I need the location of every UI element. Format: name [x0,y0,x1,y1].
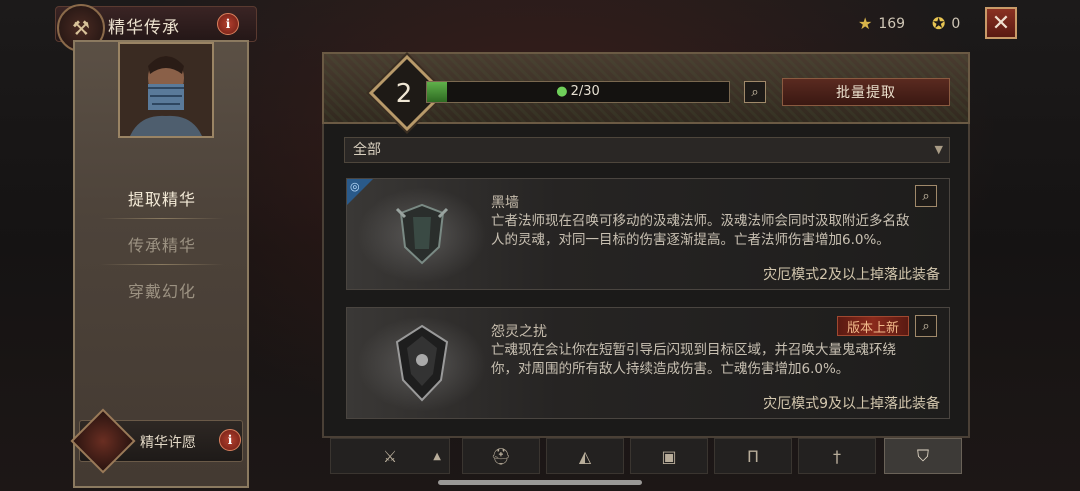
leaf-icon: ● [556,84,568,99]
sword-icon: † [833,446,841,466]
page-title: 精华传承 [108,18,180,38]
filter-value: 全部 [353,142,381,158]
shield-icon: ⛉ [916,446,929,465]
wish-label: 精华许愿 [140,435,196,451]
divider [100,264,224,265]
wish-info-icon[interactable]: i [219,429,241,451]
level-number: 2 [395,79,413,109]
character-portrait [118,42,214,138]
shoulder-icon: ◭ [578,446,592,466]
gold-star-icon: ✪ [932,14,946,33]
batch-extract-button[interactable]: 批量提取 [782,78,950,106]
dropdown-arrow-icon: ▼ [934,143,943,156]
card-drop-text: 灾厄模式2及以上掉落此装备 [763,267,940,283]
currency-essence: ★ 169 [858,14,905,33]
currency-essence-value: 169 [878,15,906,32]
equipment-tab-bar: ⚔ ▲ ⛑ ◭ ▣ Π † ⛉ [330,438,964,474]
item-image [357,316,487,412]
item-image [357,187,487,283]
card-description: 亡魂现在会让你在短暂引导后闪现到目标区域，并召唤大量鬼魂环绕你，对周围的所有敌人… [491,342,896,377]
progress-text: ● 2/30 [427,84,729,99]
chevron-up-icon: ▲ [433,450,441,462]
new-version-badge: 版本上新 [837,316,909,336]
card-description: 亡者法师现在召唤可移动的汲魂法师。汲魂法师会同时汲取附近多名敌人的灵魂，对同一目… [491,213,910,248]
tab-helmet[interactable]: ⛑ [462,438,540,474]
tab-shield[interactable]: ⛉ [884,438,962,474]
essence-card[interactable]: ◎ 黑墙 亡者法师现在召唤可移动的汲魂法师。汲魂法师会同时汲取附近多名敌人的灵魂… [346,178,950,290]
progress-value: 2/30 [570,84,600,99]
crossed-axes-icon: ⚔ [382,446,398,466]
helmet-icon: ⛑ [490,446,512,466]
currency-gold-value: 0 [951,15,961,32]
currency-gold: ✪ 0 [932,14,960,33]
tab-chest[interactable]: ▣ [630,438,708,474]
card-name: 黑墙 [491,195,519,211]
progress-bar: ● 2/30 [426,81,730,103]
divider [100,218,224,219]
home-indicator[interactable] [438,480,642,485]
card-inspect-icon[interactable]: ⌕ [915,315,937,337]
menu-item-inherit[interactable]: 传承精华 [100,232,224,256]
pants-icon: Π [746,446,760,466]
tab-pants[interactable]: Π [714,438,792,474]
info-icon[interactable]: i [217,13,239,35]
chest-armor-icon: ▣ [661,446,677,466]
close-button[interactable]: ✕ [985,7,1017,39]
tab-shoulder[interactable]: ◭ [546,438,624,474]
card-inspect-icon[interactable]: ⌕ [915,185,937,207]
tab-weapon-sword[interactable]: † [798,438,876,474]
menu-item-extract[interactable]: 提取精华 [100,186,224,210]
tab-weapons[interactable]: ⚔ ▲ [330,438,450,474]
card-name: 怨灵之扰 [491,324,547,340]
essence-card[interactable]: 怨灵之扰 版本上新 ⌕ 亡魂现在会让你在短暂引导后闪现到目标区域，并召唤大量鬼魂… [346,307,950,419]
star-icon: ★ [858,14,873,33]
card-drop-text: 灾厄模式9及以上掉落此装备 [763,396,940,412]
menu-item-transmog[interactable]: 穿戴幻化 [100,278,224,302]
filter-dropdown[interactable]: 全部 ▼ [344,137,950,163]
inspect-icon[interactable]: ⌕ [744,81,766,103]
